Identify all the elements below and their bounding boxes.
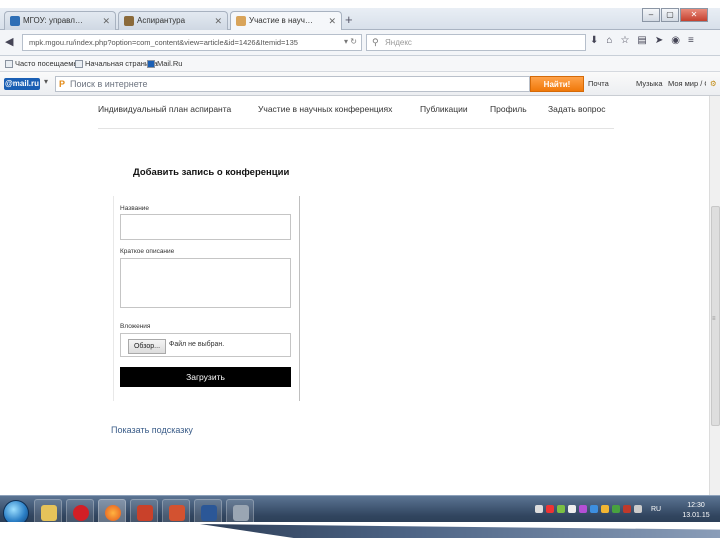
- bookmark-icon: [5, 60, 13, 68]
- tab-close-icon[interactable]: ✕: [102, 12, 110, 30]
- addon-icon[interactable]: ◉: [671, 35, 680, 46]
- form-title: Добавить запись о конференции: [133, 167, 290, 178]
- tray-icon[interactable]: [579, 505, 587, 513]
- search-input[interactable]: ⚲ Яндекс: [366, 34, 586, 51]
- word-icon: [201, 505, 217, 521]
- send-icon[interactable]: ➤: [655, 35, 663, 46]
- clock[interactable]: 12:30 13.01.15: [676, 501, 716, 521]
- grip-icon: ≡: [712, 316, 716, 322]
- music-link[interactable]: Музыка: [636, 79, 663, 88]
- site-favicon-icon: [10, 16, 20, 26]
- clock-time: 12:30: [687, 502, 705, 509]
- back-arrow-icon[interactable]: ◀: [5, 35, 13, 49]
- toolbar-icons: ⬇ ⌂ ☆ ▤ ➤ ◉ ≡: [590, 35, 694, 46]
- mail-link[interactable]: Почта: [588, 79, 609, 88]
- maximize-button[interactable]: ▢: [661, 8, 679, 22]
- language-indicator[interactable]: RU: [651, 506, 661, 513]
- close-window-button[interactable]: ✕: [680, 8, 708, 22]
- tray-icon[interactable]: [546, 505, 554, 513]
- mailru-toolbar: @mail.ru ▾ P Поиск в интернете Найти! По…: [0, 72, 720, 96]
- bookmark-mailru[interactable]: Mail.Ru: [146, 56, 182, 71]
- reload-icon[interactable]: ▾ ↻: [344, 34, 357, 49]
- menu-icon[interactable]: ≡: [688, 35, 694, 46]
- search-icon: ⚲: [372, 37, 379, 47]
- mailru-logo[interactable]: @mail.ru: [4, 78, 40, 90]
- powerpoint-icon: [169, 505, 185, 521]
- clock-date: 13.01.15: [682, 512, 710, 519]
- minimize-button[interactable]: –: [642, 8, 660, 22]
- tool-icon: [233, 505, 249, 521]
- tray-icon[interactable]: [612, 505, 620, 513]
- attachment-label: Вложения: [120, 323, 151, 330]
- page-menu: Индивидуальный план аспиранта Участие в …: [98, 103, 614, 129]
- search-provider-icon: P: [59, 79, 66, 89]
- menu-item-publications[interactable]: Публикации: [420, 103, 468, 115]
- bookmark-frequent[interactable]: Часто посещаемые: [4, 56, 83, 71]
- tray-icon[interactable]: [590, 505, 598, 513]
- volume-icon[interactable]: [568, 505, 576, 513]
- my-world-link[interactable]: Моя мир / ОС: [668, 79, 706, 88]
- page-scrollbar[interactable]: ≡: [709, 96, 720, 495]
- file-input[interactable]: Обзор... Файл не выбран.: [120, 333, 291, 357]
- browse-button[interactable]: Обзор...: [128, 339, 166, 354]
- bookmark-icon: [75, 60, 83, 68]
- settings-gear-icon[interactable]: ⚙: [710, 79, 717, 88]
- description-label: Краткое описание: [120, 248, 175, 255]
- bookmark-icon: [147, 60, 155, 68]
- site-favicon-icon: [236, 16, 246, 26]
- menu-item-ask-question[interactable]: Задать вопрос: [548, 103, 606, 115]
- description-textarea[interactable]: [120, 258, 291, 308]
- name-input[interactable]: [120, 214, 291, 240]
- name-label: Название: [120, 205, 150, 212]
- bookmarks-bar: Часто посещаемые Начальная страница Mail…: [0, 56, 720, 72]
- file-status: Файл не выбран.: [169, 341, 225, 348]
- download-icon[interactable]: ⬇: [590, 35, 598, 46]
- folder-icon: [41, 505, 57, 521]
- tray-icon[interactable]: [557, 505, 565, 513]
- star-icon[interactable]: ☆: [620, 35, 629, 46]
- site-favicon-icon: [124, 16, 134, 26]
- home-icon[interactable]: ⌂: [606, 35, 612, 46]
- browser-tab-strip: МГОУ: управление учебно... ✕ Аспирантура…: [0, 8, 720, 31]
- menu-item-individual-plan[interactable]: Индивидуальный план аспиранта: [98, 103, 231, 115]
- chevron-down-icon[interactable]: ▾: [44, 77, 48, 86]
- network-icon[interactable]: [634, 505, 642, 513]
- app-icon: [137, 505, 153, 521]
- find-button[interactable]: Найти!: [530, 76, 584, 92]
- bookmarks-icon[interactable]: ▤: [637, 35, 646, 46]
- window-controls: – ▢ ✕: [641, 8, 708, 24]
- url-bar[interactable]: mpk.mgou.ru/index.php?option=com_content…: [22, 34, 362, 51]
- menu-item-conferences[interactable]: Участие в научных конференциях: [258, 103, 392, 115]
- screenshot: МГОУ: управление учебно... ✕ Аспирантура…: [0, 0, 720, 540]
- upload-button[interactable]: Загрузить: [120, 367, 291, 387]
- tray-icon[interactable]: [623, 505, 631, 513]
- opera-icon: [73, 505, 89, 521]
- firefox-icon: [105, 505, 121, 521]
- menu-item-profile[interactable]: Профиль: [490, 103, 527, 115]
- system-tray: [535, 505, 642, 513]
- mailru-search-input[interactable]: P Поиск в интернете: [55, 76, 530, 92]
- tab-mgou[interactable]: МГОУ: управление учебно... ✕: [4, 11, 116, 30]
- tray-icon[interactable]: [535, 505, 543, 513]
- tray-icon[interactable]: [601, 505, 609, 513]
- tab-close-icon[interactable]: ✕: [214, 12, 222, 30]
- new-tab-button[interactable]: +: [345, 11, 353, 29]
- show-hint-link[interactable]: Показать подсказку: [111, 425, 193, 435]
- navigation-bar: ◀ mpk.mgou.ru/index.php?option=com_conte…: [0, 30, 720, 56]
- tab-conferences[interactable]: Участие в научных конфе... ✕: [230, 11, 342, 31]
- tab-aspirantura[interactable]: Аспирантура ✕: [118, 11, 228, 30]
- tab-close-icon[interactable]: ✕: [328, 12, 336, 30]
